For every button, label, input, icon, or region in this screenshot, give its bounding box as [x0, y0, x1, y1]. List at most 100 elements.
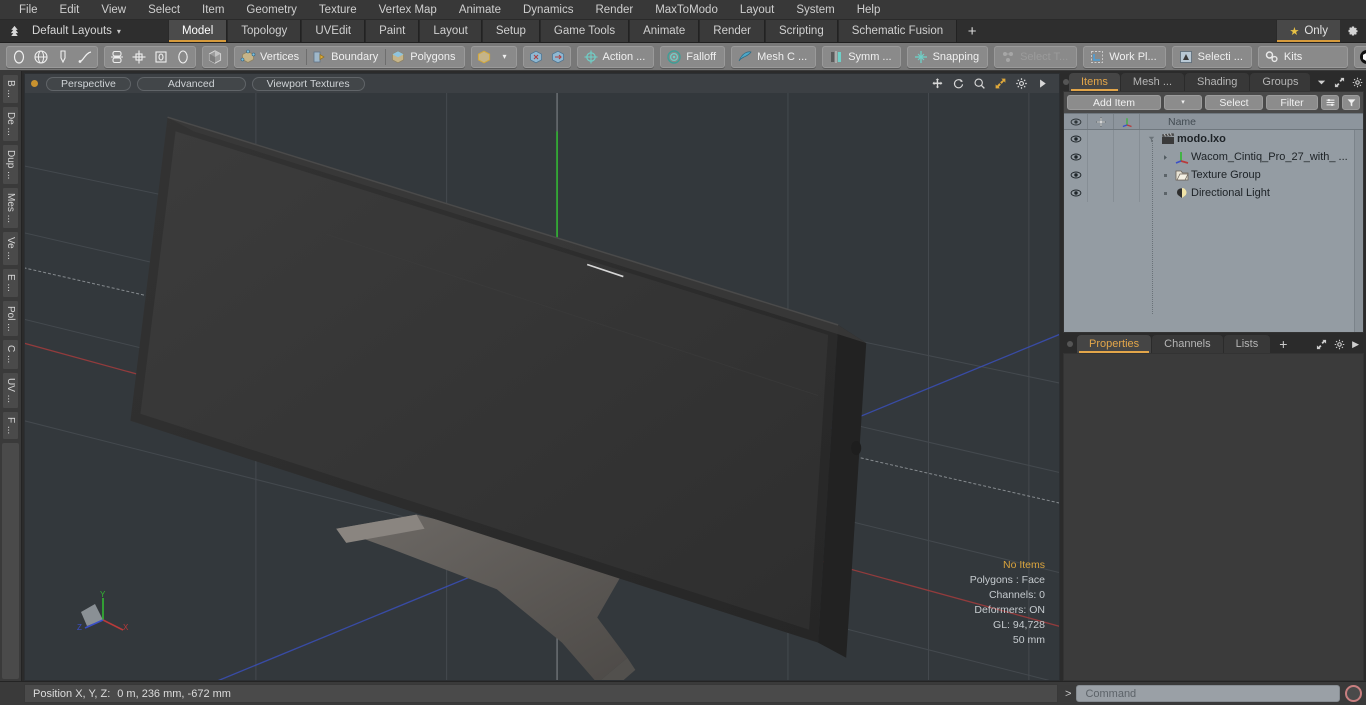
falloff-button[interactable]: Falloff — [662, 47, 723, 67]
symmetry-button[interactable]: Symm ... — [824, 47, 898, 67]
add-properties-tab[interactable]: + — [1271, 335, 1295, 353]
lock-cell[interactable] — [1088, 166, 1114, 184]
tab-channels[interactable]: Channels — [1152, 335, 1223, 353]
rail-tab-polygon[interactable]: Pol ... — [2, 299, 19, 338]
home-tree-icon[interactable] — [0, 20, 28, 42]
transform-cell[interactable] — [1114, 130, 1140, 148]
tab-model[interactable]: Model — [167, 20, 228, 42]
expand-icon[interactable] — [1316, 339, 1327, 350]
tab-shading[interactable]: Shading — [1185, 73, 1250, 91]
table-row[interactable]: Directional Light — [1064, 184, 1363, 202]
square-dot-icon[interactable] — [150, 47, 172, 67]
column-header-name[interactable]: Name — [1140, 114, 1363, 129]
item-label-texture-group[interactable]: Texture Group — [1140, 167, 1363, 183]
rotate-icon[interactable] — [952, 77, 965, 90]
chevron-down-icon[interactable] — [1316, 77, 1327, 88]
arrow-right-icon[interactable] — [1036, 77, 1049, 90]
command-input[interactable]: Command — [1076, 685, 1340, 702]
tab-properties[interactable]: Properties — [1077, 335, 1152, 353]
menu-item-animate[interactable]: Animate — [448, 0, 512, 20]
rail-tab-mesh-edit[interactable]: Mes ... — [2, 187, 19, 230]
funnel-icon[interactable] — [1342, 95, 1360, 110]
items-tree[interactable]: modo.lxo Wacom_Cintiq_Pro_27_with_ ... T… — [1064, 130, 1363, 332]
table-row[interactable]: Wacom_Cintiq_Pro_27_with_ ... — [1064, 148, 1363, 166]
menu-item-texture[interactable]: Texture — [308, 0, 368, 20]
expander-funnel-icon[interactable] — [1146, 136, 1156, 143]
tab-paint[interactable]: Paint — [365, 20, 420, 42]
expand-icon[interactable] — [1334, 77, 1345, 88]
fit-icon[interactable] — [994, 77, 1007, 90]
pen-icon[interactable] — [52, 47, 74, 67]
cube-shade-icon[interactable] — [204, 47, 226, 67]
polygons-mode-button[interactable]: Polygons — [386, 47, 462, 67]
tab-setup[interactable]: Setup — [481, 20, 540, 42]
snapping-button[interactable]: Snapping — [909, 47, 987, 67]
gear-icon[interactable] — [1340, 20, 1366, 42]
viewport-shading-selector[interactable]: Advanced — [136, 76, 246, 91]
column-header-transform[interactable] — [1114, 114, 1140, 129]
rail-tab-vertex[interactable]: Ve ... — [2, 231, 19, 266]
menu-item-file[interactable]: File — [8, 0, 49, 20]
record-icon[interactable] — [1345, 685, 1362, 702]
tab-layout[interactable]: Layout — [419, 20, 482, 42]
viewport-3d[interactable]: No Items Polygons : Face Channels: 0 Def… — [24, 93, 1060, 681]
visibility-toggle[interactable] — [1064, 148, 1088, 166]
only-toggle[interactable]: ★ Only — [1276, 20, 1340, 42]
selection-set-button[interactable]: Selecti ... — [1174, 47, 1250, 67]
item-label-scene[interactable]: modo.lxo — [1140, 131, 1363, 147]
rail-tab-edge[interactable]: E ... — [2, 267, 19, 298]
item-label-mesh[interactable]: Wacom_Cintiq_Pro_27_with_ ... — [1140, 149, 1363, 165]
viewport-textures-selector[interactable]: Viewport Textures — [251, 76, 365, 91]
menu-item-edit[interactable]: Edit — [49, 0, 91, 20]
tab-mesh[interactable]: Mesh ... — [1120, 73, 1185, 91]
rail-tab-duplicate[interactable]: Dup ... — [2, 143, 19, 186]
select-button[interactable]: Select — [1205, 95, 1263, 110]
tab-scripting[interactable]: Scripting — [764, 20, 838, 42]
globe-icon[interactable] — [30, 47, 52, 67]
menu-item-layout[interactable]: Layout — [729, 0, 786, 20]
menu-item-dynamics[interactable]: Dynamics — [512, 0, 584, 20]
add-item-button[interactable]: Add Item — [1067, 95, 1161, 110]
column-header-lock[interactable] — [1088, 114, 1114, 129]
item-label-directional-light[interactable]: Directional Light — [1140, 185, 1363, 201]
rail-tab-deform[interactable]: De ... — [2, 105, 19, 142]
tab-schematic-fusion[interactable]: Schematic Fusion — [837, 20, 958, 42]
work-plane-button[interactable]: Work Pl... — [1085, 47, 1163, 67]
tab-items[interactable]: Items — [1069, 73, 1120, 91]
visibility-toggle[interactable] — [1064, 130, 1088, 148]
select-through-button[interactable]: Select T... — [996, 47, 1075, 67]
crosshair-box-icon[interactable] — [128, 47, 150, 67]
tab-game-tools[interactable]: Game Tools — [539, 20, 630, 42]
tab-render[interactable]: Render — [699, 20, 765, 42]
expander-triangle-icon[interactable] — [1160, 154, 1170, 161]
select-back-icon[interactable] — [547, 47, 569, 67]
tab-groups[interactable]: Groups — [1250, 73, 1311, 91]
marmoset-cube-logo[interactable] — [1356, 47, 1366, 67]
viewport-projection-selector[interactable]: Perspective — [46, 76, 131, 91]
item-cube-icon[interactable] — [473, 47, 495, 67]
menu-item-vertex-map[interactable]: Vertex Map — [368, 0, 448, 20]
tab-uvedit[interactable]: UVEdit — [301, 20, 366, 42]
select-through-icon[interactable] — [525, 47, 547, 67]
transform-cell[interactable] — [1114, 184, 1140, 202]
arrow-right-icon[interactable]: ▶ — [1352, 339, 1359, 350]
list-options-icon[interactable] — [1321, 95, 1339, 110]
filter-button[interactable]: Filter — [1266, 95, 1318, 110]
tab-lists[interactable]: Lists — [1223, 335, 1271, 353]
move-icon[interactable] — [931, 77, 944, 90]
menu-item-view[interactable]: View — [90, 0, 137, 20]
vertices-mode-button[interactable]: Vertices — [236, 47, 306, 67]
panel-drag-dot[interactable] — [1063, 335, 1077, 353]
rail-tab-fusion[interactable]: F ... — [2, 410, 19, 440]
boundary-mode-button[interactable]: Boundary — [307, 47, 385, 67]
lock-cell[interactable] — [1088, 148, 1114, 166]
layout-selector[interactable]: Default Layouts ▾ — [28, 20, 131, 42]
kits-button[interactable]: Kits — [1260, 47, 1346, 67]
transform-cell[interactable] — [1114, 166, 1140, 184]
gear-icon[interactable] — [1352, 77, 1363, 88]
zoom-icon[interactable] — [973, 77, 986, 90]
visibility-toggle[interactable] — [1064, 184, 1088, 202]
menu-item-system[interactable]: System — [785, 0, 845, 20]
curve-icon[interactable] — [74, 47, 96, 67]
rail-tab-curve[interactable]: C ... — [2, 339, 19, 370]
